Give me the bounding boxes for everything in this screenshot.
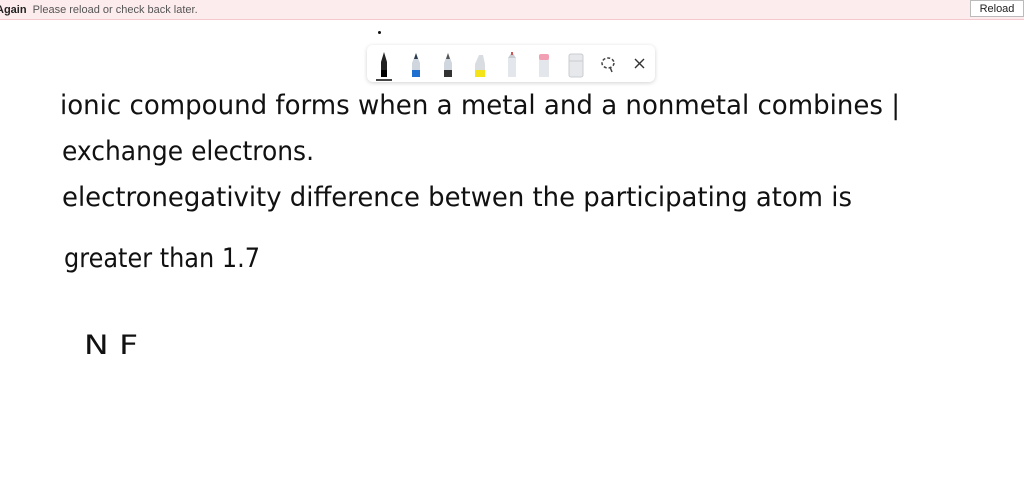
- ink-line-1: ionic compound forms when a metal and a …: [60, 90, 900, 121]
- ink-canvas[interactable]: ionic compound forms when a metal and a …: [0, 0, 1024, 484]
- ink-line-4: greater than 1.7: [64, 243, 260, 274]
- ink-line-2: exchange electrons.: [62, 136, 314, 167]
- ink-line-3: electronegativity difference betwen the …: [62, 182, 852, 213]
- ink-line-5: N F: [84, 330, 138, 361]
